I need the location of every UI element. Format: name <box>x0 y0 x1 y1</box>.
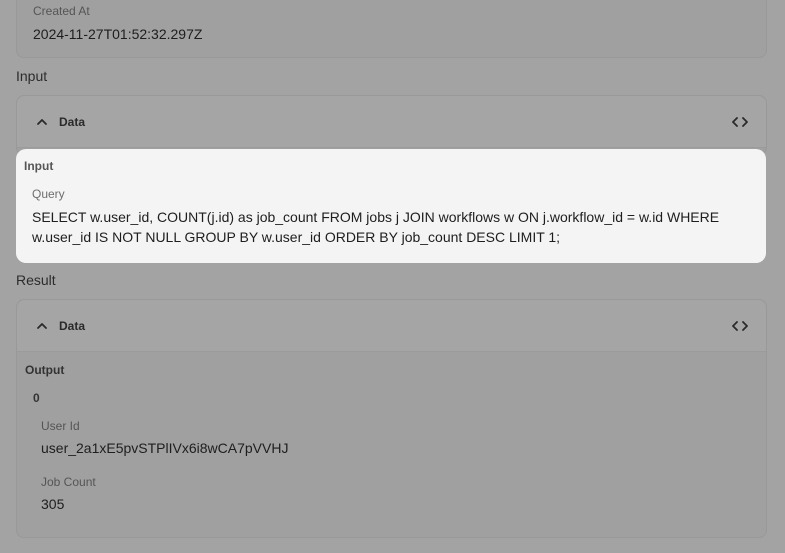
job-count-value: 305 <box>41 496 65 512</box>
result-data-label: Data <box>59 319 86 333</box>
chevron-up-icon[interactable] <box>36 320 48 332</box>
user-id-value: user_2a1xE5pvSTPlIVx6i8wCA7pVVHJ <box>41 440 289 456</box>
input-data-header[interactable]: Data <box>17 96 766 148</box>
user-id-label: User Id <box>41 419 80 433</box>
output-row-index: 0 <box>33 391 40 405</box>
code-icon[interactable] <box>732 115 748 129</box>
input-data-card: Data <box>16 95 767 155</box>
input-data-label: Data <box>59 115 86 129</box>
code-icon[interactable] <box>732 319 748 333</box>
job-count-label: Job Count <box>41 475 96 489</box>
result-data-header[interactable]: Data <box>17 300 766 352</box>
created-at-label: Created At <box>33 4 90 18</box>
result-section-title: Result <box>16 272 56 288</box>
page: Created At 2024-11-27T01:52:32.297Z Inpu… <box>0 0 785 553</box>
output-title: Output <box>25 363 65 377</box>
input-panel-title: Input <box>24 159 54 173</box>
query-label: Query <box>32 187 65 201</box>
output-panel: Output 0 User Id user_2a1xE5pvSTPlIVx6i8… <box>17 352 766 538</box>
query-value: SELECT w.user_id, COUNT(j.id) as job_cou… <box>32 209 720 245</box>
result-data-card: Data Output 0 User Id user_2a1xE5pvSTPlI… <box>16 299 767 538</box>
created-at-card: Created At 2024-11-27T01:52:32.297Z <box>16 0 767 58</box>
input-panel: Input Query SELECT w.user_id, COUNT(j.id… <box>16 149 766 263</box>
created-at-value: 2024-11-27T01:52:32.297Z <box>33 26 203 42</box>
chevron-up-icon[interactable] <box>36 116 48 128</box>
input-section-title: Input <box>16 68 48 84</box>
